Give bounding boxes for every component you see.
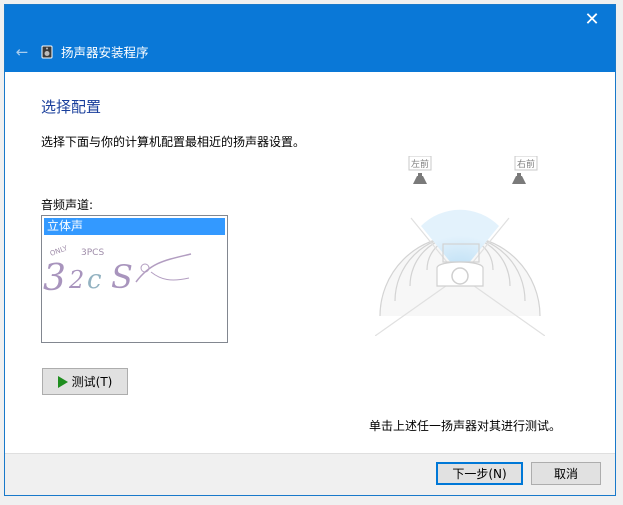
left-front-speaker-label: 左前	[411, 158, 429, 170]
footer-bar: 下一步(N) 取消	[5, 453, 615, 495]
test-button[interactable]: 测试(T)	[42, 368, 128, 395]
window-title: 扬声器安装程序	[61, 45, 149, 60]
next-button-label: 下一步(N)	[452, 467, 507, 481]
speaker-app-icon	[41, 45, 53, 59]
play-icon	[57, 375, 68, 388]
speaker-diagram: 左前 右前	[375, 156, 545, 336]
back-button[interactable]: ←	[11, 41, 33, 63]
cancel-button-label: 取消	[553, 467, 578, 481]
svg-text:c: c	[87, 265, 102, 295]
cancel-button[interactable]: 取消	[531, 462, 601, 485]
test-hint-text: 单击上述任一扬声器对其进行测试。	[369, 419, 562, 433]
svg-text:2: 2	[68, 266, 84, 294]
next-button[interactable]: 下一步(N)	[436, 462, 523, 485]
svg-text:S: S	[111, 258, 133, 296]
watermark-logo: ONLY 3PCS 3 2 c S	[43, 244, 192, 296]
close-icon: ✕	[584, 9, 600, 30]
right-front-speaker-icon[interactable]: 右前	[512, 156, 538, 184]
list-item-stereo[interactable]: 立体声	[44, 218, 225, 235]
right-front-speaker-label: 右前	[517, 158, 535, 170]
content-area: 选择配置 选择下面与你的计算机配置最相近的扬声器设置。 音频声道: 立体声 ON…	[5, 72, 615, 495]
audio-channels-label: 音频声道:	[41, 198, 94, 212]
svg-text:3PCS: 3PCS	[81, 248, 104, 258]
svg-text:3: 3	[43, 258, 66, 296]
left-front-speaker-icon[interactable]: 左前	[408, 156, 432, 184]
instruction-text: 选择下面与你的计算机配置最相近的扬声器设置。	[41, 135, 306, 149]
close-button[interactable]: ✕	[569, 5, 615, 35]
test-button-label: 测试(T)	[71, 375, 113, 389]
svg-text:ONLY: ONLY	[49, 244, 69, 258]
page-heading: 选择配置	[41, 98, 102, 116]
title-bar: ✕ ← 扬声器安装程序	[5, 5, 615, 72]
back-arrow-icon: ←	[15, 43, 29, 61]
speaker-setup-window: ✕ ← 扬声器安装程序 选择配置 选择下面与你的计算机配置最相近的扬声器设置。 …	[4, 4, 616, 496]
